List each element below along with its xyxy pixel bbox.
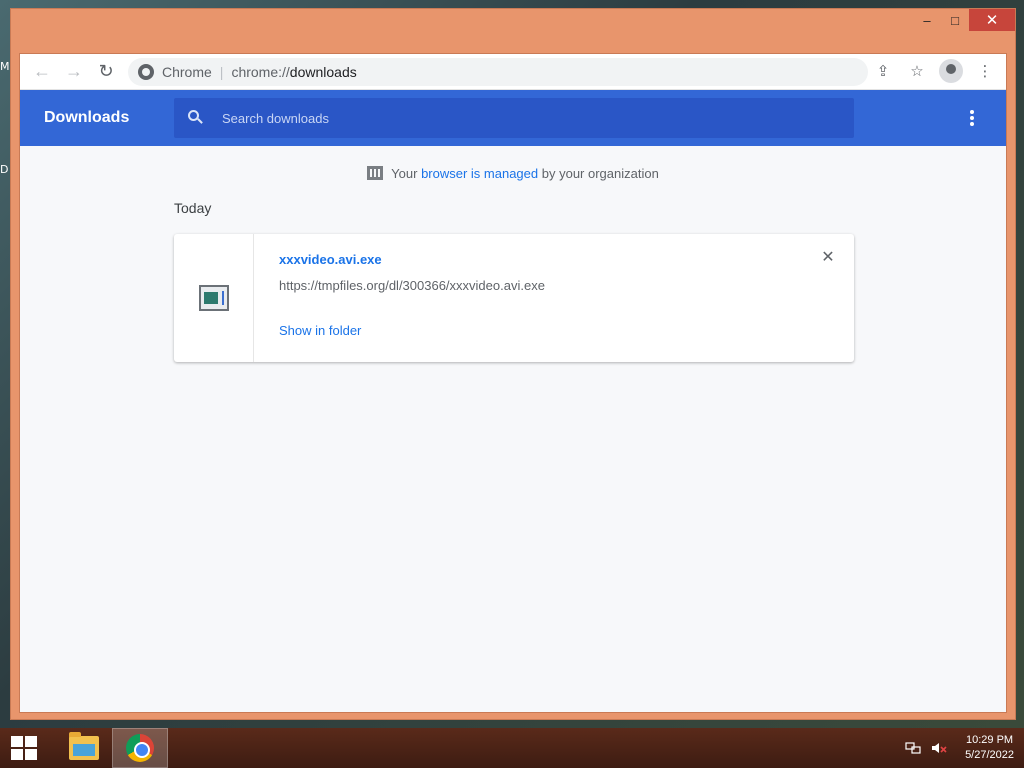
avatar-icon: [939, 59, 963, 83]
download-file-name[interactable]: xxxvideo.avi.exe: [279, 252, 382, 267]
windows-logo-icon: [11, 736, 37, 760]
omnibox-path: downloads: [289, 64, 357, 80]
reload-button[interactable]: ↻: [90, 56, 122, 88]
browser-window: – □ ✕ ← → ↻ Chrome | chrome://downloads …: [10, 8, 1016, 720]
chrome-menu-icon[interactable]: ⋮: [970, 56, 1000, 86]
building-icon: [367, 166, 384, 180]
clock-date: 5/27/2022: [965, 749, 1014, 761]
bookmark-star-icon[interactable]: ☆: [902, 56, 932, 86]
desktop-label-1: M: [0, 60, 10, 73]
download-item: xxxvideo.avi.exe https://tmpfiles.org/dl…: [174, 234, 854, 362]
page-title: Downloads: [44, 109, 130, 126]
forward-button[interactable]: →: [58, 56, 90, 88]
close-button[interactable]: ✕: [969, 9, 1015, 31]
share-icon[interactable]: ⇪: [868, 56, 898, 86]
network-icon[interactable]: [905, 740, 921, 756]
toolbar-actions: ⇪ ☆ ⋮: [868, 56, 1000, 86]
omnibox-separator: |: [219, 64, 224, 80]
managed-prefix: Your: [391, 166, 418, 181]
managed-suffix: by your organization: [541, 166, 659, 181]
taskbar-clock[interactable]: 10:29 PM 5/27/2022: [965, 733, 1014, 763]
chrome-logo-icon: [126, 734, 154, 762]
clock-time: 10:29 PM: [965, 734, 1014, 746]
chrome-icon: [138, 64, 154, 80]
back-button[interactable]: ←: [26, 56, 58, 88]
managed-link[interactable]: browser is managed: [421, 166, 538, 181]
minimize-button[interactable]: –: [913, 9, 941, 31]
address-bar[interactable]: Chrome | chrome://downloads: [128, 58, 868, 86]
file-explorer-icon: [69, 732, 99, 760]
managed-notice: Your browser is managed by your organiza…: [20, 166, 1006, 181]
download-file-icon-column: [174, 234, 254, 362]
maximize-button[interactable]: □: [941, 9, 969, 31]
downloads-more-menu-icon[interactable]: [962, 108, 982, 128]
taskbar: 10:29 PM 5/27/2022: [0, 728, 1024, 768]
download-source-url: https://tmpfiles.org/dl/300366/xxxvideo.…: [279, 278, 545, 293]
chrome-content: ← → ↻ Chrome | chrome://downloads ⇪ ☆ ⋮ …: [19, 53, 1007, 713]
search-downloads-field[interactable]: Search downloads: [174, 98, 854, 138]
show-in-folder-link[interactable]: Show in folder: [279, 323, 361, 338]
taskbar-file-explorer[interactable]: [56, 728, 112, 768]
system-tray: 10:29 PM 5/27/2022: [905, 728, 1014, 768]
desktop-label-2: D: [0, 163, 9, 176]
omnibox-site-label: Chrome: [162, 64, 212, 80]
section-heading-today: Today: [174, 200, 212, 216]
executable-file-icon: [198, 285, 229, 311]
omnibox-scheme: chrome://: [231, 64, 290, 80]
browser-toolbar: ← → ↻ Chrome | chrome://downloads ⇪ ☆ ⋮: [20, 54, 1006, 90]
remove-download-icon[interactable]: ✕: [820, 250, 836, 266]
window-controls: – □ ✕: [913, 9, 1015, 35]
volume-muted-icon[interactable]: [931, 740, 947, 756]
start-button[interactable]: [0, 728, 48, 768]
downloads-header: Downloads Search downloads: [20, 90, 1006, 146]
search-placeholder: Search downloads: [222, 110, 329, 126]
taskbar-chrome[interactable]: [112, 728, 168, 768]
profile-button[interactable]: [936, 56, 966, 86]
search-icon: [188, 110, 204, 126]
